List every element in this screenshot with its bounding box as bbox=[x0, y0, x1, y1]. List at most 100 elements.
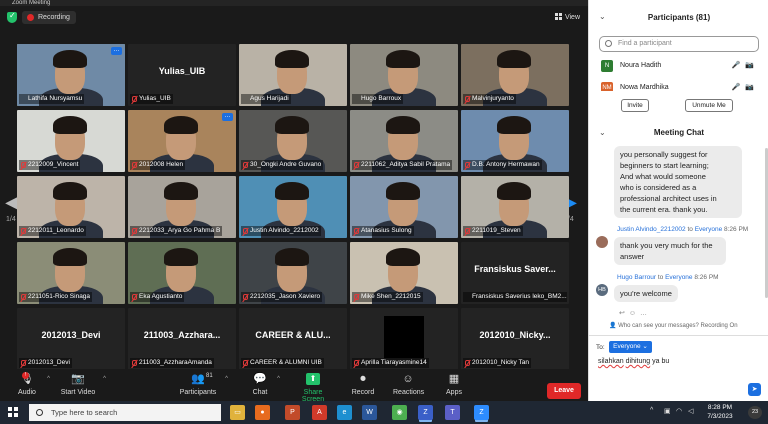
taskbar-search-input[interactable]: Type here to search bbox=[29, 404, 221, 421]
leave-button[interactable]: Leave bbox=[547, 383, 581, 399]
volume-icon[interactable]: ◁ bbox=[688, 407, 693, 415]
person-hair bbox=[53, 50, 87, 68]
participant-video-tile[interactable]: Fransiskus Saver... Fransiskus Saverius l… bbox=[461, 242, 569, 304]
tile-more-options-icon[interactable]: … bbox=[111, 47, 122, 55]
person-hair bbox=[497, 50, 531, 68]
file-explorer-icon[interactable]: ▭ bbox=[230, 405, 245, 420]
chat-line: the current era. thank you. bbox=[620, 205, 708, 214]
muted-mic-icon bbox=[132, 228, 137, 234]
participant-video-tile[interactable]: Malvinjuryanto bbox=[461, 44, 569, 106]
firefox-icon[interactable]: ● bbox=[255, 405, 270, 420]
edge-icon[interactable]: e bbox=[337, 405, 352, 420]
participant-video-tile[interactable]: Atanasius Sulong bbox=[350, 176, 458, 238]
tile-more-options-icon[interactable]: … bbox=[222, 113, 233, 121]
participant-video-tile[interactable]: Lathifa Nursyamsu… bbox=[17, 44, 125, 106]
page-indicator-left: 1/4 bbox=[6, 216, 16, 223]
windows-taskbar: Type here to search ▭ ● P A e W ◉ Z T Z … bbox=[0, 401, 768, 424]
more-options-icon[interactable]: … bbox=[640, 310, 651, 317]
show-hidden-icons-chevron-icon[interactable]: ^ bbox=[650, 407, 653, 414]
invite-button[interactable]: Invite bbox=[621, 99, 649, 112]
acrobat-icon[interactable]: A bbox=[312, 405, 327, 420]
teams-icon[interactable]: T bbox=[445, 405, 460, 420]
recording-indicator[interactable]: Recording bbox=[22, 11, 76, 24]
participant-search-input[interactable]: Find a participant bbox=[599, 36, 759, 52]
participant-video-tile[interactable]: 211003_Azzhara... 211003_AzzharaAmanda bbox=[128, 308, 236, 370]
unmute-me-button[interactable]: Unmute Me bbox=[685, 99, 733, 112]
sender-name[interactable]: Hugo Barrour bbox=[617, 274, 656, 281]
participant-row[interactable]: N Noura Hadith 🎤📷 bbox=[599, 57, 759, 75]
powerpoint-icon[interactable]: P bbox=[285, 405, 300, 420]
participant-video-tile[interactable]: 2012010_Nicky... 2012010_Nicky Tan bbox=[461, 308, 569, 370]
search-icon bbox=[36, 409, 43, 416]
chat-line: And what would someone bbox=[620, 172, 706, 181]
share-screen-button[interactable]: ⬆ Share Screen bbox=[292, 373, 334, 403]
recipient-dropdown[interactable]: Everyone ⌄ bbox=[609, 341, 652, 353]
participant-video-tile[interactable]: CAREER & ALU... CAREER & ALUMNI UIB bbox=[239, 308, 347, 370]
chat-message-bubble: thank you very much for the answer bbox=[614, 237, 726, 265]
participants-button[interactable]: 👥 81 Participants ^ bbox=[178, 373, 228, 396]
chrome-icon[interactable]: ◉ bbox=[392, 405, 407, 420]
camera-icon[interactable]: ▣ bbox=[664, 407, 671, 415]
participant-name-label: 2012013_Devi bbox=[19, 358, 72, 368]
chat-line: professional architect uses in bbox=[620, 194, 717, 203]
network-icon[interactable]: ◠ bbox=[676, 407, 682, 415]
participant-video-tile[interactable]: Aprilla Tiarayasmine14 bbox=[350, 308, 458, 370]
participant-video-tile[interactable]: Hugo Barroux bbox=[350, 44, 458, 106]
participant-video-tile[interactable]: 2211062_Aditya Sabil Pratama bbox=[350, 110, 458, 172]
chat-button[interactable]: 💬 Chat ^ bbox=[250, 373, 280, 396]
participant-name-label: 2212035_Jason Xaviero bbox=[241, 292, 323, 302]
participant-video-tile[interactable]: 2211051-Rico Sinaga bbox=[17, 242, 125, 304]
participant-name: 211003_AzzharaAmanda bbox=[139, 359, 212, 366]
participant-video-tile[interactable]: Yulias_UIB Yulias_UIB bbox=[128, 44, 236, 106]
participants-header: ⌄ Participants (81) bbox=[589, 0, 768, 35]
grid-icon bbox=[554, 13, 562, 20]
windows-start-icon[interactable] bbox=[8, 407, 18, 417]
participant-video-tile[interactable]: 2012008 Helen… bbox=[128, 110, 236, 172]
start-video-button[interactable]: 📷 Start Video ^ bbox=[60, 373, 106, 396]
search-icon bbox=[605, 40, 612, 47]
participant-video-tile[interactable]: 30_Ongki Andre Guvano bbox=[239, 110, 347, 172]
participant-video-tile[interactable]: 2211019_Steven bbox=[461, 176, 569, 238]
participant-name-label: 211003_AzzharaAmanda bbox=[130, 358, 214, 368]
zoom-icon[interactable]: Z bbox=[474, 405, 489, 420]
view-button[interactable]: View bbox=[554, 11, 580, 24]
participant-name-label: 30_Ongki Andre Guvano bbox=[241, 160, 324, 170]
chat-options-chevron-icon[interactable]: ^ bbox=[277, 376, 280, 382]
taskbar-clock[interactable]: 8:28 PM 7/3/2023 bbox=[700, 403, 740, 421]
participant-video-tile[interactable]: 2012013_Devi 2012013_Devi bbox=[17, 308, 125, 370]
participants-options-chevron-icon[interactable]: ^ bbox=[225, 376, 228, 382]
person-hair bbox=[53, 248, 87, 266]
person-hair bbox=[164, 116, 198, 134]
muted-mic-icon bbox=[465, 162, 470, 168]
participant-video-tile[interactable]: Justin Alvindo_2212002 bbox=[239, 176, 347, 238]
participant-video-tile[interactable]: Eka Agustianto bbox=[128, 242, 236, 304]
notification-center-icon[interactable]: 23 bbox=[748, 406, 762, 419]
chat-visibility-note[interactable]: 👤 Who can see your messages? Recording O… bbox=[609, 322, 738, 329]
chat-message-input[interactable]: silahkan dihitung ya bu bbox=[598, 358, 669, 365]
apps-button[interactable]: ▦ Apps bbox=[444, 373, 464, 396]
participant-video-tile[interactable]: 2212035_Jason Xaviero bbox=[239, 242, 347, 304]
send-message-icon[interactable]: ➤ bbox=[748, 383, 761, 396]
participant-video-tile[interactable]: 2212033_Arya Go Pahma B bbox=[128, 176, 236, 238]
video-options-chevron-icon[interactable]: ^ bbox=[103, 376, 106, 382]
security-shield-icon[interactable] bbox=[7, 11, 17, 23]
word-icon[interactable]: W bbox=[362, 405, 377, 420]
reactions-button[interactable]: ☺ Reactions bbox=[393, 373, 424, 396]
participant-video-tile[interactable]: Agus Harijadi bbox=[239, 44, 347, 106]
participant-name-label: Agus Harijadi bbox=[241, 94, 291, 104]
participant-row[interactable]: NM Nowa Mardhika 🎤📷 bbox=[599, 79, 759, 91]
emoji-icon[interactable]: ☺ bbox=[629, 310, 640, 317]
record-button[interactable]: ⏺ Record bbox=[351, 373, 375, 396]
zoom-meeting-app-icon[interactable]: Z bbox=[418, 405, 433, 420]
audio-options-chevron-icon[interactable]: ^ bbox=[47, 376, 50, 382]
reply-icon[interactable]: ↩ bbox=[619, 310, 629, 317]
participant-video-tile[interactable]: D.B. Antony Hermawan bbox=[461, 110, 569, 172]
participant-video-tile[interactable]: 2212011_Leonardo bbox=[17, 176, 125, 238]
participant-name: 2012010_Nicky Tan bbox=[472, 359, 529, 366]
participant-video-tile[interactable]: Mike Shen_2212015 bbox=[350, 242, 458, 304]
participant-name-label: 2211062_Aditya Sabil Pratama bbox=[352, 160, 453, 170]
participant-display-name: 211003_Azzhara... bbox=[143, 330, 221, 340]
participant-video-tile[interactable]: 2212009_Vincent bbox=[17, 110, 125, 172]
sender-name[interactable]: Justin Alvindo_2212002 bbox=[617, 226, 686, 233]
audio-button[interactable]: 🎙 ! Audio ^ bbox=[14, 372, 50, 396]
